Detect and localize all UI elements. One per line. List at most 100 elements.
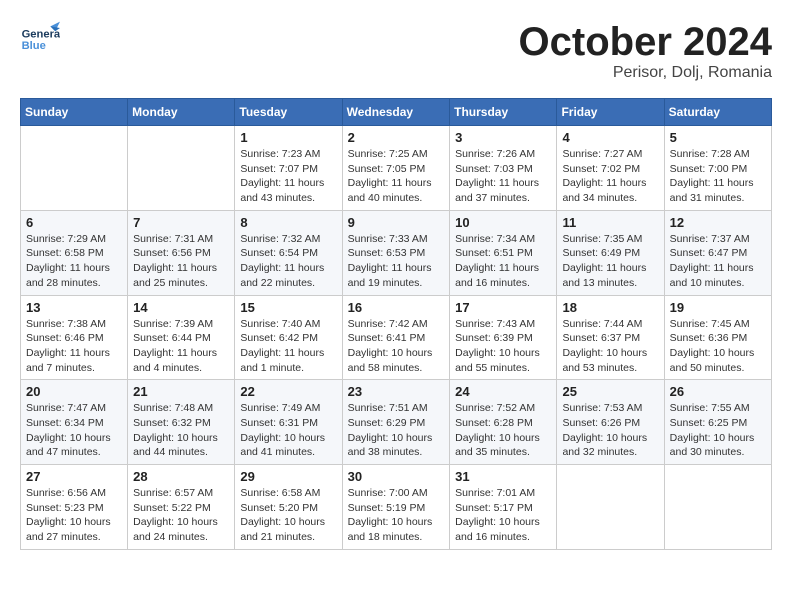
day-info: Sunrise: 6:57 AMSunset: 5:22 PMDaylight:… — [133, 486, 229, 545]
day-number: 17 — [455, 300, 551, 315]
day-number: 16 — [348, 300, 445, 315]
calendar-day-cell: 16 Sunrise: 7:42 AMSunset: 6:41 PMDayligh… — [342, 295, 450, 380]
day-number: 20 — [26, 384, 122, 399]
day-info: Sunrise: 7:01 AMSunset: 5:17 PMDaylight:… — [455, 486, 551, 545]
calendar-day-cell: 27Sunrise: 6:56 AMSunset: 5:23 PMDayligh… — [21, 465, 128, 550]
calendar-week-row: 1 Sunrise: 7:23 AMSunset: 7:07 PMDaylight… — [21, 126, 772, 211]
calendar-table: SundayMondayTuesdayWednesdayThursdayFrid… — [20, 98, 772, 550]
day-info: Sunrise: 6:58 AMSunset: 5:20 PMDaylight:… — [240, 486, 336, 545]
day-info: Sunrise: 7:35 AMSunset: 6:49 PMDaylight:… — [562, 232, 658, 291]
day-number: 27 — [26, 469, 122, 484]
location: Perisor, Dolj, Romania — [519, 64, 772, 82]
day-info: Sunrise: 7:51 AMSunset: 6:29 PMDaylight:… — [348, 401, 445, 460]
weekday-header: Friday — [557, 99, 664, 126]
day-info: Sunrise: 7:27 AMSunset: 7:02 PMDaylight:… — [562, 147, 658, 206]
title-block: October 2024 Perisor, Dolj, Romania — [519, 20, 772, 82]
calendar-day-cell: 15Sunrise: 7:40 AMSunset: 6:42 PMDayligh… — [235, 295, 342, 380]
day-number: 26 — [670, 384, 766, 399]
calendar-day-cell: 7 Sunrise: 7:31 AMSunset: 6:56 PMDaylight… — [128, 210, 235, 295]
calendar-day-cell — [128, 126, 235, 211]
calendar-day-cell: 13Sunrise: 7:38 AMSunset: 6:46 PMDayligh… — [21, 295, 128, 380]
page-header: General Blue October 2024 Perisor, Dolj,… — [20, 20, 772, 82]
day-number: 8 — [240, 215, 336, 230]
calendar-day-cell: 11 Sunrise: 7:35 AMSunset: 6:49 PMDayligh… — [557, 210, 664, 295]
calendar-week-row: 27Sunrise: 6:56 AMSunset: 5:23 PMDayligh… — [21, 465, 772, 550]
day-number: 24 — [455, 384, 551, 399]
calendar-week-row: 13Sunrise: 7:38 AMSunset: 6:46 PMDayligh… — [21, 295, 772, 380]
calendar-day-cell: 29Sunrise: 6:58 AMSunset: 5:20 PMDayligh… — [235, 465, 342, 550]
logo: General Blue — [20, 20, 66, 60]
day-info: Sunrise: 7:37 AMSunset: 6:47 PMDaylight:… — [670, 232, 766, 291]
day-number: 7 — [133, 215, 229, 230]
calendar-day-cell: 3Sunrise: 7:26 AMSunset: 7:03 PMDaylight… — [450, 126, 557, 211]
svg-text:General: General — [22, 29, 60, 41]
day-info: Sunrise: 7:25 AMSunset: 7:05 PMDaylight:… — [348, 147, 445, 206]
day-info: Sunrise: 7:43 AMSunset: 6:39 PMDaylight:… — [455, 317, 551, 376]
day-number: 9 — [348, 215, 445, 230]
calendar-day-cell: 6 Sunrise: 7:29 AMSunset: 6:58 PMDaylight… — [21, 210, 128, 295]
calendar-day-cell: 23 Sunrise: 7:51 AMSunset: 6:29 PMDayligh… — [342, 380, 450, 465]
calendar-week-row: 20 Sunrise: 7:47 AMSunset: 6:34 PMDayligh… — [21, 380, 772, 465]
day-number: 3 — [455, 130, 551, 145]
calendar-day-cell: 25Sunrise: 7:53 AMSunset: 6:26 PMDayligh… — [557, 380, 664, 465]
day-info: Sunrise: 7:47 AMSunset: 6:34 PMDaylight:… — [26, 401, 122, 460]
calendar-day-cell: 17 Sunrise: 7:43 AMSunset: 6:39 PMDayligh… — [450, 295, 557, 380]
calendar-week-row: 6 Sunrise: 7:29 AMSunset: 6:58 PMDaylight… — [21, 210, 772, 295]
day-info: Sunrise: 7:23 AMSunset: 7:07 PMDaylight:… — [240, 147, 336, 206]
day-info: Sunrise: 7:32 AMSunset: 6:54 PMDaylight:… — [240, 232, 336, 291]
day-info: Sunrise: 7:34 AMSunset: 6:51 PMDaylight:… — [455, 232, 551, 291]
calendar-day-cell: 28Sunrise: 6:57 AMSunset: 5:22 PMDayligh… — [128, 465, 235, 550]
day-info: Sunrise: 7:49 AMSunset: 6:31 PMDaylight:… — [240, 401, 336, 460]
day-number: 31 — [455, 469, 551, 484]
day-number: 14 — [133, 300, 229, 315]
calendar-day-cell: 21Sunrise: 7:48 AMSunset: 6:32 PMDayligh… — [128, 380, 235, 465]
day-info: Sunrise: 7:53 AMSunset: 6:26 PMDaylight:… — [562, 401, 658, 460]
day-number: 19 — [670, 300, 766, 315]
calendar-day-cell: 18 Sunrise: 7:44 AMSunset: 6:37 PMDayligh… — [557, 295, 664, 380]
calendar-day-cell: 8 Sunrise: 7:32 AMSunset: 6:54 PMDaylight… — [235, 210, 342, 295]
calendar-day-cell: 12 Sunrise: 7:37 AMSunset: 6:47 PMDayligh… — [664, 210, 771, 295]
calendar-day-cell: 22 Sunrise: 7:49 AMSunset: 6:31 PMDayligh… — [235, 380, 342, 465]
calendar-day-cell: 20 Sunrise: 7:47 AMSunset: 6:34 PMDayligh… — [21, 380, 128, 465]
weekday-header: Sunday — [21, 99, 128, 126]
calendar-day-cell: 26Sunrise: 7:55 AMSunset: 6:25 PMDayligh… — [664, 380, 771, 465]
day-info: Sunrise: 7:52 AMSunset: 6:28 PMDaylight:… — [455, 401, 551, 460]
weekday-header: Thursday — [450, 99, 557, 126]
calendar-day-cell: 31 Sunrise: 7:01 AMSunset: 5:17 PMDayligh… — [450, 465, 557, 550]
calendar-day-cell: 14Sunrise: 7:39 AMSunset: 6:44 PMDayligh… — [128, 295, 235, 380]
day-number: 22 — [240, 384, 336, 399]
calendar-day-cell: 1 Sunrise: 7:23 AMSunset: 7:07 PMDaylight… — [235, 126, 342, 211]
day-number: 18 — [562, 300, 658, 315]
svg-text:Blue: Blue — [22, 40, 46, 52]
weekday-header: Wednesday — [342, 99, 450, 126]
calendar-day-cell — [664, 465, 771, 550]
day-number: 2 — [348, 130, 445, 145]
day-number: 12 — [670, 215, 766, 230]
day-number: 21 — [133, 384, 229, 399]
day-number: 5 — [670, 130, 766, 145]
day-number: 11 — [562, 215, 658, 230]
day-number: 10 — [455, 215, 551, 230]
day-number: 23 — [348, 384, 445, 399]
day-info: Sunrise: 7:44 AMSunset: 6:37 PMDaylight:… — [562, 317, 658, 376]
day-info: Sunrise: 7:31 AMSunset: 6:56 PMDaylight:… — [133, 232, 229, 291]
calendar-day-cell — [557, 465, 664, 550]
day-info: Sunrise: 7:33 AMSunset: 6:53 PMDaylight:… — [348, 232, 445, 291]
calendar-day-cell: 24 Sunrise: 7:52 AMSunset: 6:28 PMDayligh… — [450, 380, 557, 465]
weekday-header: Monday — [128, 99, 235, 126]
calendar-day-cell: 4Sunrise: 7:27 AMSunset: 7:02 PMDaylight… — [557, 126, 664, 211]
calendar-day-cell — [21, 126, 128, 211]
calendar-day-cell: 30Sunrise: 7:00 AMSunset: 5:19 PMDayligh… — [342, 465, 450, 550]
calendar-day-cell: 10 Sunrise: 7:34 AMSunset: 6:51 PMDayligh… — [450, 210, 557, 295]
day-number: 15 — [240, 300, 336, 315]
calendar-day-cell: 9 Sunrise: 7:33 AMSunset: 6:53 PMDaylight… — [342, 210, 450, 295]
calendar-day-cell: 2 Sunrise: 7:25 AMSunset: 7:05 PMDaylight… — [342, 126, 450, 211]
day-info: Sunrise: 7:29 AMSunset: 6:58 PMDaylight:… — [26, 232, 122, 291]
calendar-header-row: SundayMondayTuesdayWednesdayThursdayFrid… — [21, 99, 772, 126]
day-number: 6 — [26, 215, 122, 230]
day-info: Sunrise: 7:38 AMSunset: 6:46 PMDaylight:… — [26, 317, 122, 376]
day-number: 1 — [240, 130, 336, 145]
day-info: Sunrise: 7:42 AMSunset: 6:41 PMDaylight:… — [348, 317, 445, 376]
weekday-header: Saturday — [664, 99, 771, 126]
month-title: October 2024 — [519, 20, 772, 64]
